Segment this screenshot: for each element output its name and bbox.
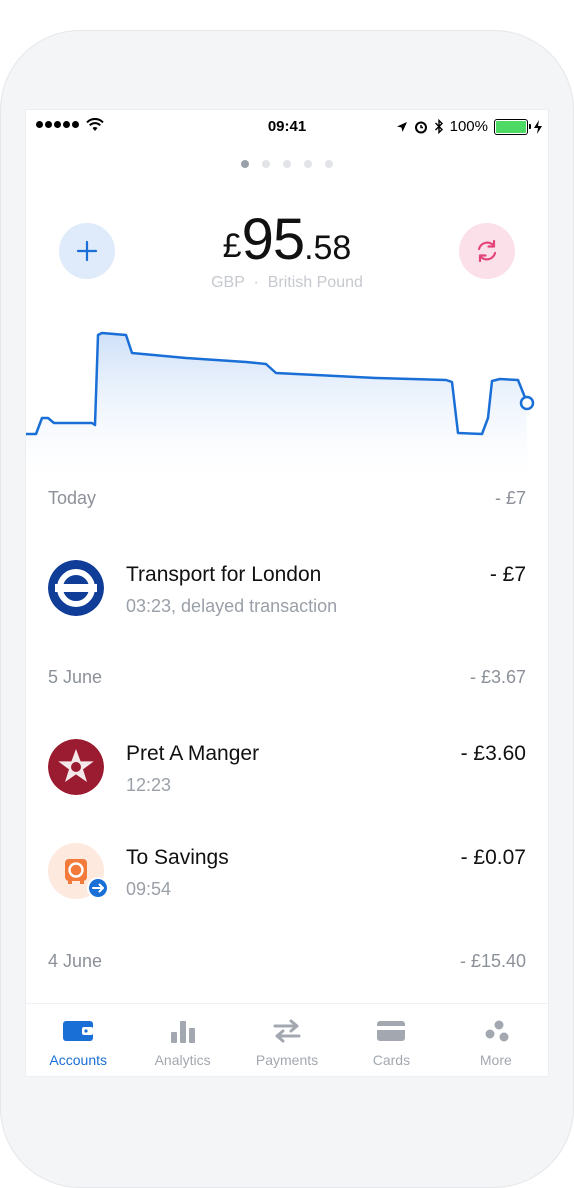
section-date: 4 June bbox=[48, 951, 103, 971]
transaction-amount: - £7 bbox=[489, 563, 526, 586]
balance-integer: 95 bbox=[241, 207, 306, 272]
page-dot[interactable] bbox=[304, 160, 312, 168]
page-dot[interactable] bbox=[283, 160, 291, 168]
tab-cards[interactable]: Cards bbox=[339, 1004, 443, 1076]
transaction-row-pret[interactable]: Pret A Manger 12:23 - £3.60 bbox=[48, 739, 526, 799]
currency-name: British Pound bbox=[267, 274, 363, 291]
transaction-merchant: To Savings bbox=[126, 846, 229, 869]
tab-label: Accounts bbox=[49, 1052, 107, 1068]
bar-chart-icon bbox=[170, 1021, 195, 1043]
bottom-tab-bar: Accounts Analytics Payments Cards More bbox=[26, 1003, 548, 1076]
transaction-detail: 12:23 bbox=[126, 775, 172, 795]
tab-label: More bbox=[479, 1052, 512, 1068]
transfer-arrows-icon bbox=[273, 1019, 301, 1043]
transaction-merchant: Transport for London bbox=[126, 563, 322, 586]
section-header-5-june: 5 June - £3.67 bbox=[48, 667, 526, 688]
status-right: 100% bbox=[396, 118, 542, 135]
pret-star-icon bbox=[48, 739, 104, 795]
page-dot[interactable] bbox=[262, 160, 270, 168]
page-dot[interactable] bbox=[325, 160, 333, 168]
section-date: 5 June bbox=[48, 667, 103, 687]
transaction-detail: 03:23, delayed transaction bbox=[126, 596, 338, 616]
charging-bolt-icon bbox=[534, 119, 542, 134]
transaction-row-tfl[interactable]: Transport for London 03:23, delayed tran… bbox=[48, 560, 526, 620]
tab-label: Payments bbox=[255, 1052, 319, 1068]
currency-code: GBP bbox=[211, 274, 245, 291]
balance-chart-area bbox=[26, 333, 528, 480]
status-bar: 09:41 100% bbox=[26, 110, 548, 144]
more-dots-icon bbox=[485, 1020, 509, 1042]
battery-percent: 100% bbox=[449, 118, 488, 135]
balance-chart-current-point bbox=[519, 395, 535, 411]
alarm-clock-icon bbox=[414, 121, 427, 133]
section-total: - £15.40 bbox=[459, 951, 526, 971]
balance-currency-symbol: £ bbox=[222, 227, 242, 265]
savings-vault-icon bbox=[48, 843, 109, 899]
card-icon bbox=[377, 1021, 406, 1041]
transaction-amount: - £0.07 bbox=[460, 846, 526, 869]
currency-label: GBP · British Pound bbox=[26, 274, 548, 292]
location-arrow-icon bbox=[396, 121, 407, 132]
section-header-today: Today - £7 bbox=[48, 488, 526, 509]
transaction-row-savings[interactable]: To Savings 09:54 - £0.07 bbox=[48, 843, 526, 903]
section-header-4-june: 4 June - £15.40 bbox=[48, 951, 526, 972]
balance-history-chart bbox=[26, 331, 535, 480]
tab-label: Analytics bbox=[154, 1052, 211, 1068]
tab-payments[interactable]: Payments bbox=[235, 1004, 339, 1076]
app-screen: 09:41 100% £95.58 GBP · British Pound To… bbox=[26, 110, 548, 1076]
transaction-detail: 09:54 bbox=[126, 879, 172, 899]
transaction-amount: - £3.60 bbox=[460, 742, 526, 765]
page-dot[interactable] bbox=[241, 160, 249, 168]
section-total: - £7 bbox=[494, 488, 526, 508]
wallet-icon bbox=[63, 1021, 94, 1041]
tab-analytics[interactable]: Analytics bbox=[130, 1004, 234, 1076]
exchange-arrows-icon bbox=[477, 239, 497, 263]
balance-decimal: .58 bbox=[304, 229, 352, 267]
tab-accounts[interactable]: Accounts bbox=[26, 1004, 130, 1076]
tab-label: Cards bbox=[372, 1052, 411, 1068]
section-date: Today bbox=[48, 488, 97, 508]
currency-separator: · bbox=[253, 274, 259, 291]
exchange-button[interactable] bbox=[459, 223, 515, 279]
bluetooth-icon bbox=[434, 119, 443, 134]
tfl-roundel-icon bbox=[48, 560, 104, 616]
transaction-merchant: Pret A Manger bbox=[126, 742, 260, 765]
section-total: - £3.67 bbox=[469, 667, 526, 687]
tab-more[interactable]: More bbox=[444, 1004, 548, 1076]
battery-icon bbox=[494, 118, 531, 135]
account-page-indicator[interactable] bbox=[26, 160, 548, 168]
